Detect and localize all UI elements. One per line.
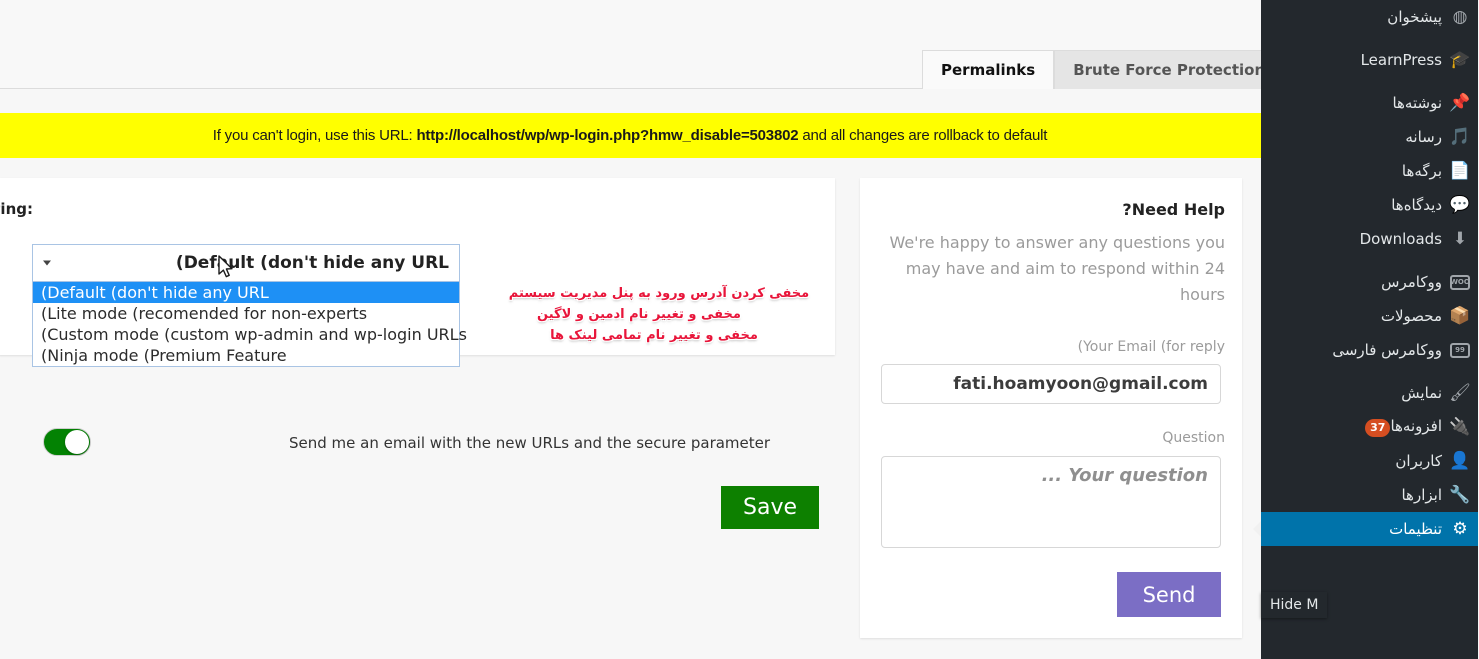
hide-menu-tooltip: Hide M <box>1262 592 1329 618</box>
chevron-down-icon <box>44 260 52 266</box>
tab-label: Permalinks <box>942 61 1037 79</box>
comment-icon: 💬 <box>1450 194 1472 215</box>
sidebar-item-comment[interactable]: 💬 دیدگاه‌ها <box>1262 188 1479 222</box>
sidebar-item-label: LearnPress <box>1361 51 1443 69</box>
main-content: Brute Force Protection Permalinks If you… <box>0 0 1285 659</box>
sidebar-item-woo[interactable]: WOO ووکامرس <box>1262 265 1479 299</box>
sidebar-item-products[interactable]: 📦 محصولات <box>1262 299 1479 333</box>
sorting-select[interactable]: (Default (don't hide any URL <box>33 244 461 282</box>
sidebar-item-users[interactable]: 👤 کاربران <box>1262 444 1479 478</box>
email-field-label: (Your Email (for reply <box>1078 339 1226 355</box>
admin-menu: ◍ پیشخوان 🎓 LearnPress 📌 نوشته‌ها 🎵 رسانه 📄 برگه‌… <box>1262 0 1479 546</box>
notice-text: If you can't login, use this URL: http:/… <box>213 127 1049 144</box>
send-email-toggle-label: Send me an email with the new URLs and t… <box>290 434 772 452</box>
sidebar-item-media[interactable]: 🎵 رسانه <box>1262 120 1479 154</box>
sidebar-item-label: پیشخوان <box>1388 8 1443 26</box>
email-toggle-row: Send me an email with the new URLs and t… <box>0 424 836 464</box>
sidebar-item-label: دیدگاه‌ها <box>1392 196 1443 214</box>
woo-fa-icon: 99 <box>1443 342 1479 358</box>
tab-brute-force-protection[interactable]: Brute Force Protection <box>1055 50 1285 89</box>
sidebar-item-pin[interactable]: 📌 نوشته‌ها <box>1262 86 1479 120</box>
sidebar-item-download[interactable]: ⬇ Downloads <box>1262 222 1479 256</box>
sidebar-item-label: برگه‌ها <box>1402 162 1443 180</box>
sidebar-item-label: ووکامرس فارسی <box>1333 341 1443 359</box>
tools-icon: 🔧 <box>1450 484 1472 505</box>
menu-separator <box>1262 34 1479 43</box>
sidebar-item-label: افزونه‌ها37 <box>1262 417 1443 437</box>
save-button[interactable]: Save <box>722 486 820 529</box>
sidebar-item-appearance[interactable]: 🖌 نمایش <box>1262 376 1479 410</box>
notice-url: http://localhost/wp/wp-login.php?hmw_dis… <box>417 127 800 144</box>
sorting-select-options[interactable]: (Default (don't hide any URL (Lite mode … <box>33 282 468 367</box>
sidebar-item-tools[interactable]: 🔧 ابزارها <box>1262 478 1479 512</box>
sidebar-item-label: ابزارها <box>1402 486 1443 504</box>
pin-icon: 📌 <box>1450 92 1472 113</box>
tab-strip: Brute Force Protection Permalinks <box>0 0 1285 89</box>
tab-list: Brute Force Protection Permalinks <box>923 50 1285 89</box>
menu-separator <box>1262 256 1479 265</box>
download-icon: ⬇ <box>1453 228 1469 249</box>
sidebar-item-label: تنظیمات <box>1390 520 1443 538</box>
menu-separator <box>1262 77 1479 86</box>
update-count-badge: 37 <box>1366 418 1392 437</box>
select-option[interactable]: (Default (don't hide any URL <box>34 282 460 303</box>
menu-separator <box>1262 367 1479 376</box>
sidebar-item-pages[interactable]: 📄 برگه‌ها <box>1262 154 1479 188</box>
appearance-icon: 🖌 <box>1450 382 1472 403</box>
pages-icon: 📄 <box>1450 160 1472 181</box>
sidebar-item-label: ووکامرس <box>1382 273 1443 291</box>
email-field[interactable] <box>882 364 1222 404</box>
send-button[interactable]: Send <box>1118 572 1222 617</box>
help-title: ?Need Help <box>1123 200 1226 219</box>
sidebar-item-plugin[interactable]: 🔌 افزونه‌ها37 <box>1262 410 1479 444</box>
select-option[interactable]: (Lite mode (recomended for non-experts <box>34 303 460 324</box>
sidebar-item-label: نوشته‌ها <box>1393 94 1443 112</box>
sidebar-item-label: Downloads <box>1360 230 1443 248</box>
woo-icon: WOO <box>1443 274 1479 290</box>
send-email-toggle[interactable] <box>44 428 92 456</box>
sidebar-item-dashboard[interactable]: ◍ پیشخوان <box>1262 0 1479 34</box>
question-field[interactable] <box>882 456 1222 548</box>
sorting-field-label: :Default article/product sorting <box>0 200 34 218</box>
graduation-cap-icon: 🎓 <box>1450 49 1472 70</box>
sidebar-item-settings[interactable]: ⚙ تنظیمات <box>1262 512 1479 546</box>
screen: Brute Force Protection Permalinks If you… <box>0 0 1479 659</box>
products-icon: 📦 <box>1450 305 1472 326</box>
help-card: ?Need Help We're happy to answer any que… <box>861 178 1243 638</box>
sidebar-item-label: نمایش <box>1402 384 1443 402</box>
sidebar-item-woo-fa[interactable]: 99 ووکامرس فارسی <box>1262 333 1479 367</box>
sidebar-item-graduation-cap[interactable]: 🎓 LearnPress <box>1262 43 1479 77</box>
settings-card: :Default article/product sorting (Defaul… <box>0 178 836 529</box>
sidebar-item-label: رسانه <box>1406 128 1443 146</box>
sidebar-item-label: محصولات <box>1381 307 1443 325</box>
tab-label: Brute Force Protection <box>1074 61 1267 79</box>
dashboard-icon: ◍ <box>1453 6 1469 27</box>
notice-suffix: and all changes are rollback to default <box>799 127 1049 144</box>
admin-sidebar: ◍ پیشخوان 🎓 LearnPress 📌 نوشته‌ها 🎵 رسانه 📄 برگه‌… <box>1262 0 1479 659</box>
sidebar-item-label: کاربران <box>1396 452 1443 470</box>
select-option[interactable]: (Ninja mode (Premium Feature <box>34 345 460 366</box>
tab-permalinks[interactable]: Permalinks <box>923 50 1056 89</box>
question-field-label: Question <box>1163 430 1226 446</box>
help-description: We're happy to answer any questions you … <box>890 233 1226 304</box>
plugin-icon: 🔌 <box>1450 416 1472 437</box>
media-icon: 🎵 <box>1450 126 1472 147</box>
sorting-select-wrapper: (Default (don't hide any URL (Default (d… <box>33 244 468 367</box>
select-option[interactable]: (Custom mode (custom wp-admin and wp-log… <box>34 324 468 345</box>
settings-icon: ⚙ <box>1453 518 1469 539</box>
notice-prefix: If you can't login, use this URL: <box>213 127 418 144</box>
users-icon: 👤 <box>1450 450 1472 471</box>
login-url-notice: If you can't login, use this URL: http:/… <box>0 113 1262 158</box>
sorting-select-value: (Default (don't hide any URL <box>176 253 450 273</box>
toggle-knob <box>66 430 90 454</box>
